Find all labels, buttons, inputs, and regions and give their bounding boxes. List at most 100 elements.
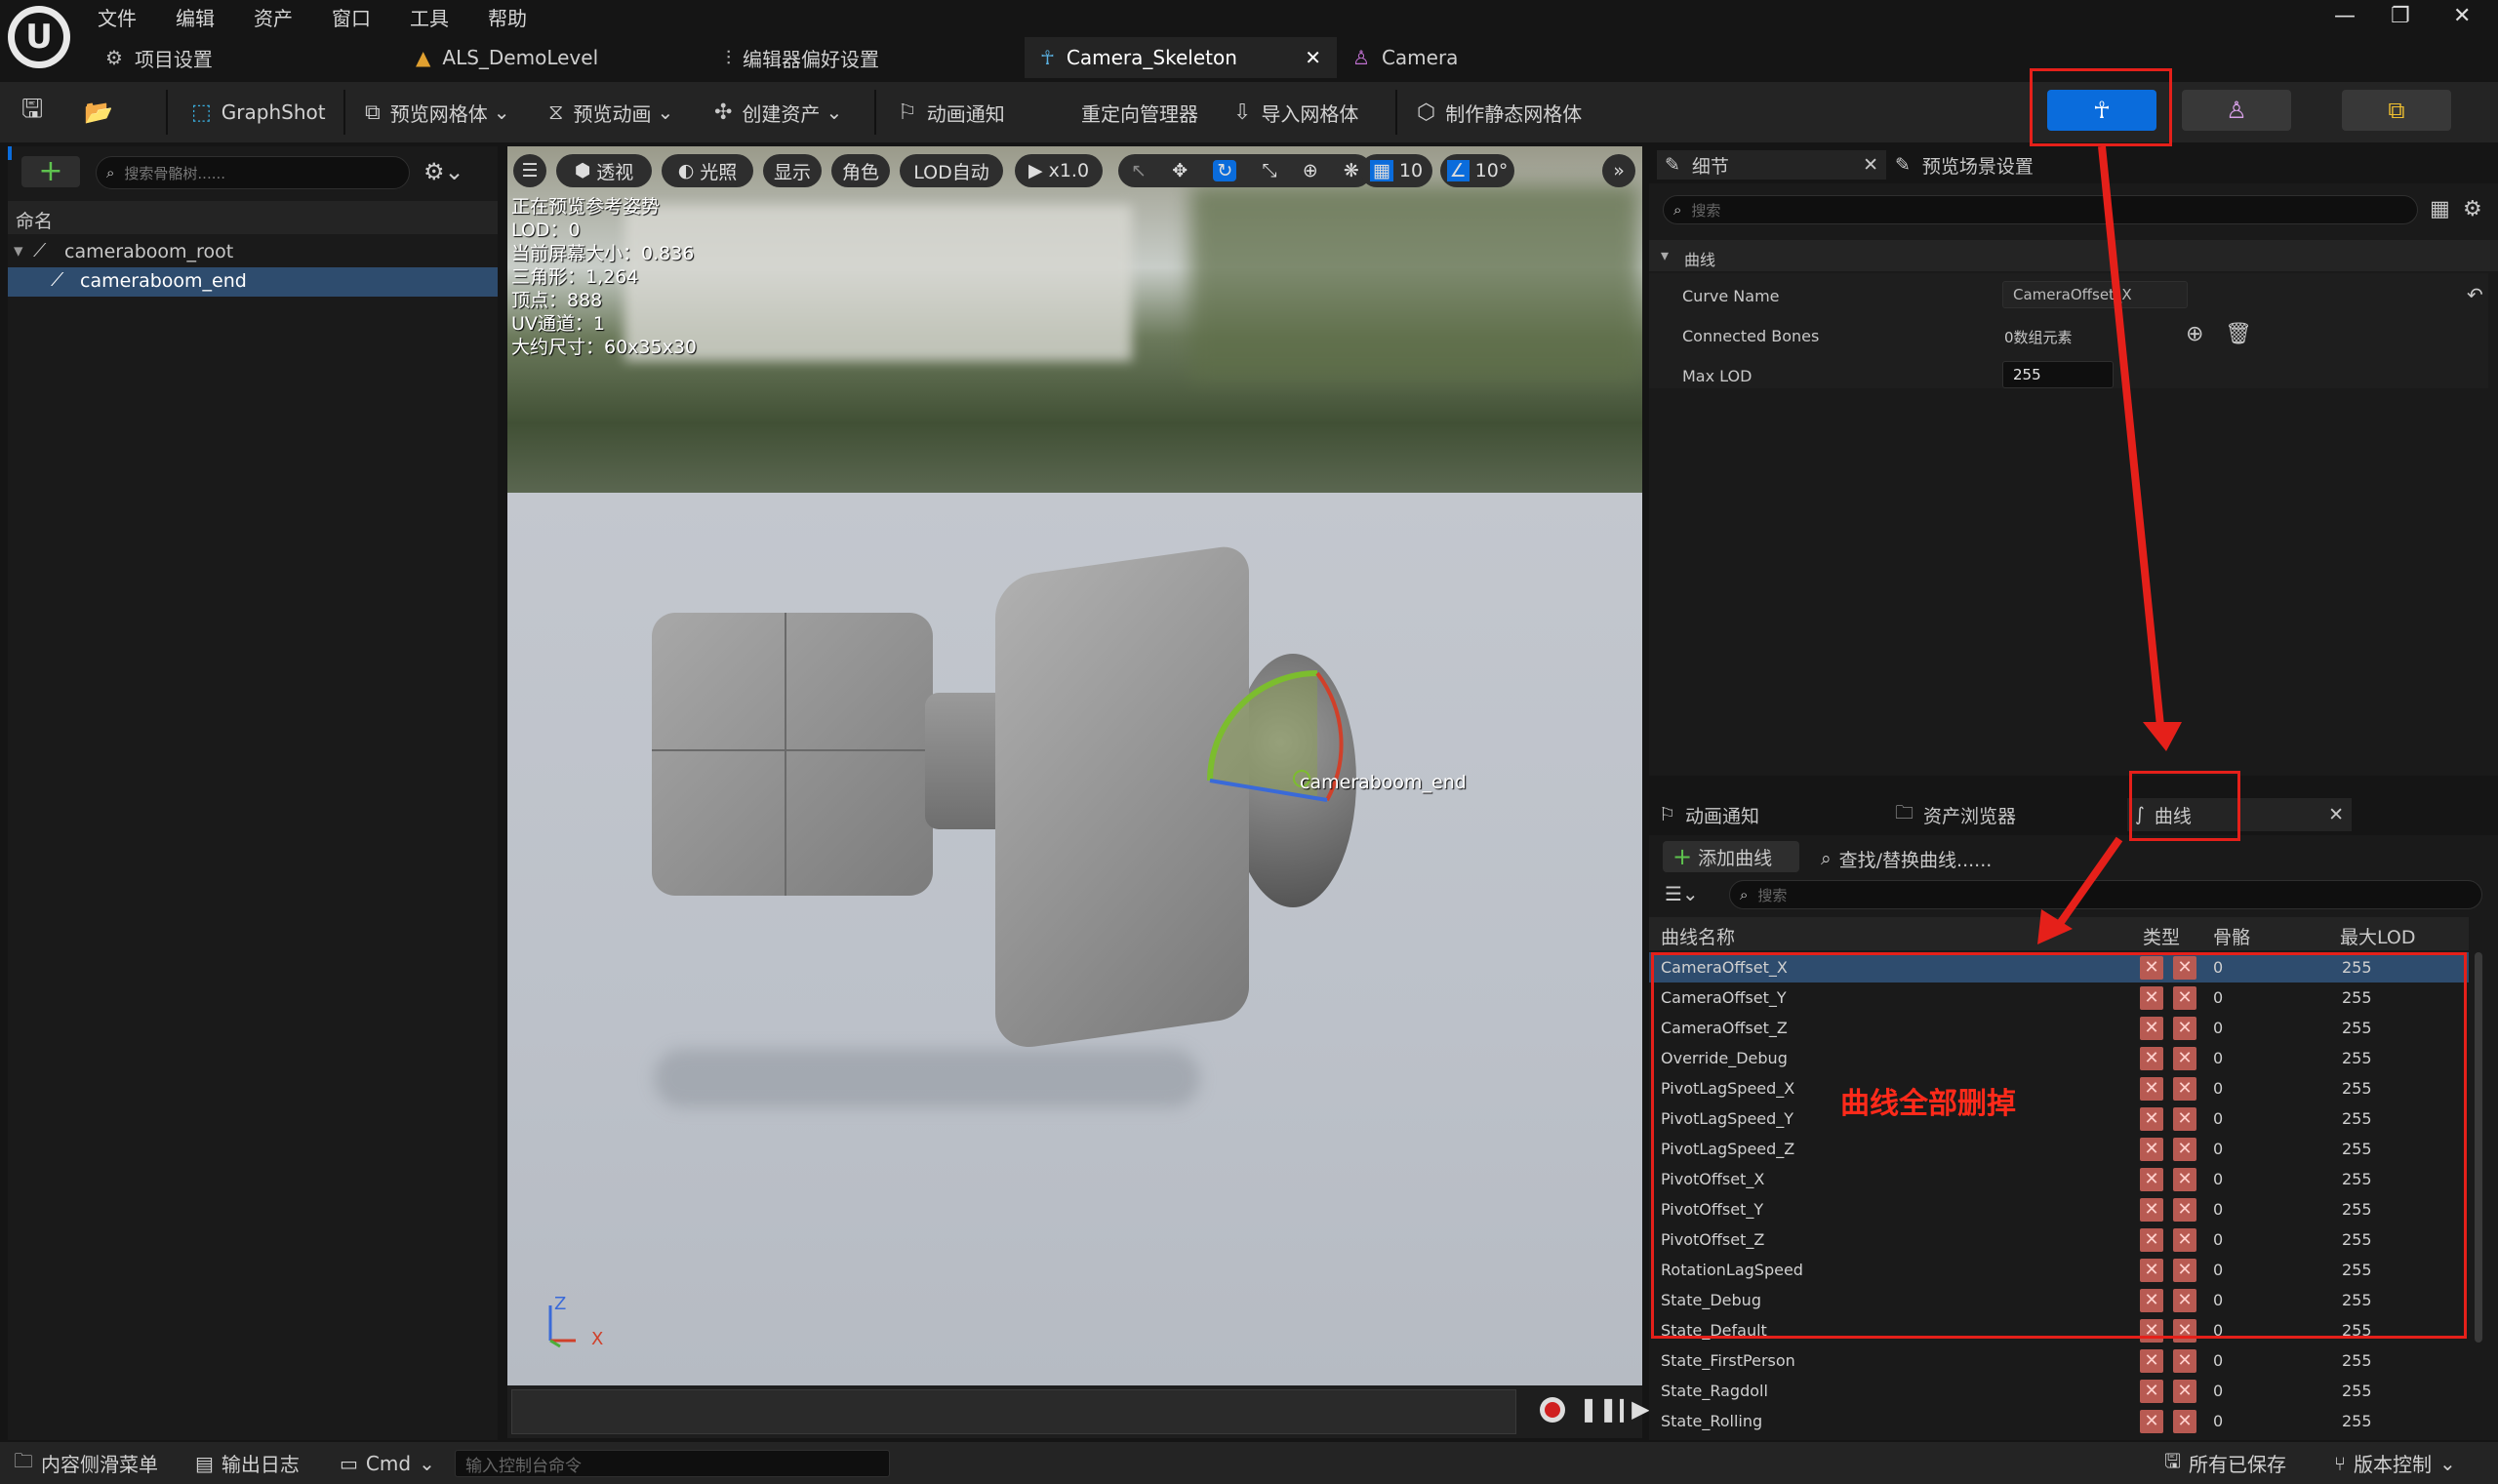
perspective-button[interactable]: ⬢ 透视 [556, 154, 652, 187]
morph-target-type-icon[interactable]: ✕ [2140, 1410, 2163, 1433]
find-replace-curves-button[interactable]: ⌕ 查找/替换曲线...... [1821, 845, 1992, 872]
expand-arrow-icon[interactable]: ▾ [14, 240, 23, 261]
curve-name-field[interactable]: CameraOffset_X [2002, 281, 2188, 308]
table-view-icon[interactable]: ▦ [2430, 197, 2450, 221]
mesh-icon: ⧉ [365, 100, 381, 125]
record-button[interactable] [1540, 1397, 1565, 1423]
tab-camera-skeleton[interactable]: ☥ Camera_Skeleton ✕ [1025, 37, 1337, 78]
column-curve-name[interactable]: 曲线名称 [1661, 923, 1735, 949]
console-command-input[interactable]: 输入控制台命令 [455, 1450, 890, 1477]
playback-speed-button[interactable]: ▶ x1.0 [1015, 154, 1103, 187]
mesh-mode-button[interactable]: ♙ [2182, 90, 2291, 131]
cmd-dropdown[interactable]: ▭ Cmd ⌄ [340, 1442, 435, 1484]
curves-table-header: 曲线名称 类型 骨骼 最大LOD [1649, 917, 2469, 950]
menu-tools[interactable]: 工具 [410, 3, 449, 31]
show-button[interactable]: 显示 [763, 154, 822, 187]
stat-line: 三角形：1,264 [511, 266, 639, 288]
save-icon[interactable]: 🖫 [21, 82, 43, 142]
content-drawer-button[interactable]: 🗀 内容侧滑菜单 [14, 1442, 158, 1484]
curve-row[interactable]: State_Rolling ✕ ✕ 0 255 [1649, 1406, 2469, 1436]
add-bone-button[interactable]: + [21, 156, 80, 187]
tab-close-icon[interactable]: ✕ [1305, 46, 1321, 69]
expand-toolbar-icon[interactable]: » [1602, 154, 1635, 187]
menu-window[interactable]: 窗口 [332, 3, 371, 31]
viewport-menu-button[interactable]: ☰ [513, 154, 546, 187]
lod-auto-button[interactable]: LOD自动 [900, 154, 1003, 187]
graphshot-button[interactable]: ⬚ GraphShot [191, 82, 326, 142]
menu-file[interactable]: 文件 [98, 3, 137, 31]
material-type-icon[interactable]: ✕ [2173, 1380, 2196, 1403]
timeline-scrubber[interactable] [511, 1389, 1516, 1434]
menu-asset[interactable]: 资产 [254, 3, 293, 31]
import-icon: ⇩ [1233, 100, 1252, 125]
details-search-input[interactable]: ⌕ 搜索 [1663, 195, 2418, 224]
skeleton-mode-button[interactable]: ☥ [2047, 90, 2156, 131]
character-button[interactable]: 角色 [831, 154, 890, 187]
menu-help[interactable]: 帮助 [488, 3, 527, 31]
morph-target-type-icon[interactable]: ✕ [2140, 1380, 2163, 1403]
bone-row-root[interactable]: ▾ ⟋ cameraboom_root [8, 238, 498, 267]
unreal-logo-icon[interactable]: U [8, 6, 70, 68]
material-type-icon[interactable]: ✕ [2173, 1410, 2196, 1433]
material-type-icon[interactable]: ✕ [2173, 1349, 2196, 1373]
column-bone[interactable]: 骨骼 [2213, 923, 2250, 949]
tab-anim-notify[interactable]: ⚐ 动画通知 [1659, 800, 1759, 829]
angle-snap-button[interactable]: ∠ 10° [1440, 154, 1514, 187]
curve-section-header[interactable]: ▾ 曲线 [1649, 240, 2498, 271]
tab-asset-browser[interactable]: 🗀 资产浏览器 [1895, 800, 2016, 829]
curves-scrollbar[interactable] [2475, 952, 2482, 1343]
restore-icon[interactable]: ❐ [2391, 4, 2410, 28]
curve-row[interactable]: State_Ragdoll ✕ ✕ 0 255 [1649, 1376, 2469, 1406]
rotate-icon[interactable]: ↻ [1213, 160, 1237, 181]
trash-icon[interactable]: 🗑 [2225, 322, 2252, 346]
settings-gear-icon[interactable]: ⚙⌄ [423, 158, 464, 185]
select-icon[interactable]: ↖ [1131, 160, 1147, 181]
blueprint-mode-button[interactable]: ⧉ [2342, 90, 2451, 131]
source-control-button[interactable]: ⑂ 版本控制 ⌄ [2334, 1442, 2456, 1484]
play-icon: ▶ [1027, 160, 1043, 181]
reset-arrow-icon[interactable]: ↶ [2467, 283, 2483, 306]
preview-mesh-button[interactable]: ⧉ 预览网格体 ⌄ [365, 82, 509, 142]
output-log-button[interactable]: ▤ 输出日志 [195, 1442, 300, 1484]
curve-row[interactable]: State_FirstPerson ✕ ✕ 0 255 [1649, 1345, 2469, 1376]
settings-gear-icon[interactable]: ⚙ [2463, 197, 2482, 221]
column-max-lod[interactable]: 最大LOD [2340, 923, 2416, 949]
create-asset-button[interactable]: ✣ 创建资产 ⌄ [714, 82, 842, 142]
tab-preview-scene-settings[interactable]: ✎ 预览场景设置 [1895, 150, 2034, 180]
preview-anim-button[interactable]: ⧖ 预览动画 ⌄ [548, 82, 673, 142]
local-space-icon[interactable]: ⊕ [1303, 160, 1318, 181]
tab-details[interactable]: ✎ 细节 ✕ [1657, 150, 1886, 180]
add-curve-button[interactable]: + 添加曲线 [1663, 841, 1799, 872]
make-static-mesh-button[interactable]: ⬡ 制作静态网格体 [1417, 82, 1582, 142]
tab-als-demolevel[interactable]: ▲ ALS_DemoLevel [400, 37, 614, 78]
tab-editor-preferences[interactable]: ⫶ 编辑器偏好设置 [710, 37, 895, 78]
grid-snap-button[interactable]: ▦ 10 [1360, 154, 1432, 187]
step-forward-icon[interactable]: ❙▶ [1612, 1395, 1650, 1423]
scale-icon[interactable]: ⤡ [1262, 160, 1276, 181]
translate-icon[interactable]: ✥ [1172, 160, 1188, 181]
z-axis-label: Z [554, 1294, 567, 1314]
surface-snap-icon[interactable]: ❋ [1344, 160, 1359, 181]
add-element-icon[interactable]: ⊕ [2186, 322, 2203, 346]
morph-target-type-icon[interactable]: ✕ [2140, 1349, 2163, 1373]
browse-asset-icon[interactable]: 📂 [84, 82, 113, 142]
preview-viewport[interactable]: cameraboom_end ☰ ⬢ 透视 ◐ 光照 显示 角色 LOD自动 ▶ x1… [507, 146, 1642, 1385]
skeleton-search-input[interactable]: ⌕ 搜索骨骼树...... [96, 156, 410, 189]
max-lod-input[interactable]: 255 [2002, 361, 2114, 388]
save-status-button[interactable]: 🖫 所有已保存 [2164, 1442, 2286, 1484]
tab-project-settings[interactable]: ⚙ 项目设置 [90, 37, 228, 78]
close-window-icon[interactable]: ✕ [2453, 4, 2471, 28]
minimize-icon[interactable]: — [2334, 4, 2356, 28]
bone-row-end[interactable]: ⟋ cameraboom_end [8, 267, 498, 297]
filter-icon[interactable]: ☰⌄ [1665, 882, 1699, 905]
import-mesh-button[interactable]: ⇩ 导入网格体 [1233, 82, 1358, 142]
column-type[interactable]: 类型 [2143, 923, 2180, 949]
tab-close-icon[interactable]: ✕ [1863, 154, 1878, 176]
tab-camera[interactable]: ♙ Camera [1337, 37, 1473, 78]
lit-button[interactable]: ◐ 光照 [662, 154, 753, 187]
retarget-manager-button[interactable]: 重定向管理器 [1081, 82, 1198, 142]
curve-search-input[interactable]: ⌕ 搜索 [1729, 880, 2482, 909]
menu-edit[interactable]: 编辑 [176, 3, 215, 31]
tab-close-icon[interactable]: ✕ [2328, 804, 2344, 825]
anim-notify-button[interactable]: ⚐ 动画通知 [898, 82, 1005, 142]
